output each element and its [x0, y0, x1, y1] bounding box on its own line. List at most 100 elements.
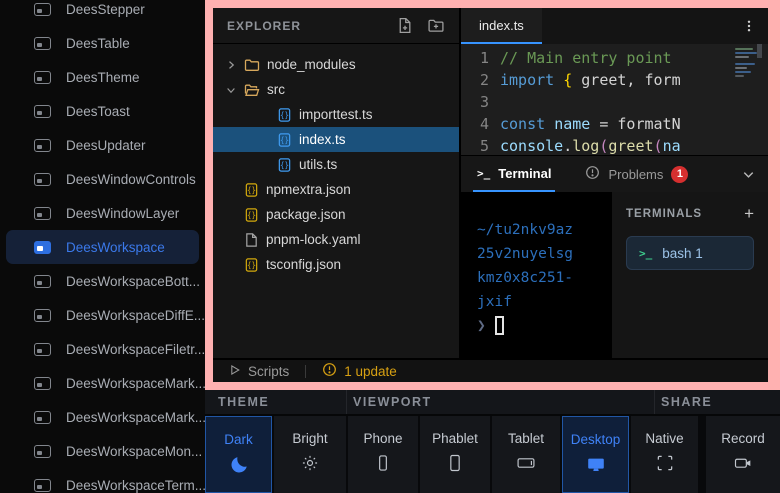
sidebar-item-deesstepper[interactable]: DeesStepper [6, 0, 199, 26]
json-file-icon: {} [244, 207, 259, 223]
sidebar-item-deestoast[interactable]: DeesToast [6, 94, 199, 128]
file-name: importtest.ts [299, 107, 373, 122]
sidebar-item-deesworkspacebott[interactable]: DeesWorkspaceBott... [6, 264, 199, 298]
section-gap [700, 416, 704, 493]
collapse-panel-icon[interactable] [741, 156, 756, 192]
file-name: npmextra.json [266, 182, 351, 197]
record-button[interactable]: Record [706, 416, 780, 493]
sidebar-item-label: DeesWindowControls [66, 172, 196, 187]
tablet-button[interactable]: Tablet [492, 416, 560, 493]
button-label: Native [645, 431, 683, 446]
editor-minimap[interactable] [732, 44, 762, 155]
terminal-session-bash-1[interactable]: >_ bash 1 [626, 236, 754, 270]
sidebar-item-deesworkspace[interactable]: DeesWorkspace [6, 230, 199, 264]
sidebar-item-deestheme[interactable]: DeesTheme [6, 60, 199, 94]
sidebar-item-deesworkspacemon[interactable]: DeesWorkspaceMon... [6, 434, 199, 468]
svg-text:{}: {} [247, 260, 256, 269]
bright-button[interactable]: Bright [274, 416, 346, 493]
sidebar-item-deesworkspacefiletr[interactable]: DeesWorkspaceFiletr... [6, 332, 199, 366]
scripts-label: Scripts [248, 364, 289, 379]
sidebar-item-deesworkspacediffe[interactable]: DeesWorkspaceDiffE... [6, 298, 199, 332]
section-label-share: SHARE [655, 390, 780, 414]
update-notification[interactable]: 1 update [322, 362, 397, 380]
chevron-right-icon[interactable] [225, 59, 237, 71]
file-tree-item-tsconfig-json[interactable]: {}tsconfig.json [213, 252, 459, 277]
file-tree-item-index-ts[interactable]: {}index.ts [213, 127, 459, 152]
component-icon [34, 275, 51, 288]
tab-problems[interactable]: Problems 1 [581, 156, 692, 192]
terminal-output[interactable]: ~/tu2nkv9az25v2nuyelsgkmz0x8c251-jxif ❯ [461, 192, 610, 358]
tab-index-ts[interactable]: index.ts [461, 8, 542, 44]
component-sidebar: DeesStepper DeesTable DeesTheme DeesToast De… [0, 0, 205, 493]
component-icon [34, 3, 51, 16]
sidebar-item-deesworkspaceterm[interactable]: DeesWorkspaceTerm... [6, 468, 199, 493]
code-editor[interactable]: 1// Main entry point2import { greet, for… [461, 44, 768, 155]
add-terminal-button[interactable]: + [744, 205, 754, 222]
terminal-text-line: ~/tu2nkv9az [477, 218, 610, 242]
toolbar-buttons: DarkBrightPhonePhablet Tablet Desktop Nativ… [205, 416, 780, 493]
moon-icon [228, 454, 250, 476]
sidebar-item-deestable[interactable]: DeesTable [6, 26, 199, 60]
file-tree-item-importtest-ts[interactable]: {} importtest.ts [213, 102, 459, 127]
component-icon [34, 105, 51, 118]
file-tree-item-node-modules[interactable]: node_modules [213, 52, 459, 77]
typescript-file-icon: {} [277, 157, 292, 173]
code-line-1: 1// Main entry point [461, 47, 768, 69]
chevron-down-icon[interactable] [225, 84, 237, 96]
file-tree-item-utils-ts[interactable]: {}utils.ts [213, 152, 459, 177]
code-lines: 1// Main entry point2import { greet, for… [461, 47, 768, 155]
sidebar-item-deeswindowlayer[interactable]: DeesWindowLayer [6, 196, 199, 230]
sidebar-item-label: DeesStepper [66, 2, 145, 17]
phone-icon [373, 453, 393, 473]
editor-column: index.ts 1// Main entry point2import { g… [461, 8, 768, 358]
desktop-button[interactable]: Desktop [562, 416, 629, 493]
sidebar-item-label: DeesTheme [66, 70, 140, 85]
terminal-cursor [495, 316, 504, 335]
phablet-button[interactable]: Phablet [420, 416, 490, 493]
file-tree-item-package-json[interactable]: {}package.json [213, 202, 459, 227]
tab-terminal[interactable]: >_ Terminal [473, 156, 555, 192]
bottom-panel-body: ~/tu2nkv9az25v2nuyelsgkmz0x8c251-jxif ❯ … [461, 192, 768, 358]
new-folder-icon[interactable] [427, 17, 445, 34]
sidebar-item-deesworkspacemark[interactable]: DeesWorkspaceMark... [6, 400, 199, 434]
tablet-icon [515, 453, 537, 473]
phone-button[interactable]: Phone [348, 416, 418, 493]
svg-text:{}: {} [280, 110, 289, 119]
more-actions-icon[interactable] [742, 8, 768, 44]
scripts-button[interactable]: Scripts [227, 363, 289, 380]
sidebar-item-label: DeesToast [66, 104, 130, 119]
sidebar-item-deeswindowcontrols[interactable]: DeesWindowControls [6, 162, 199, 196]
native-button[interactable]: Native [631, 416, 698, 493]
line-number: 2 [461, 69, 489, 91]
component-icon [34, 309, 51, 322]
file-tree: node_modulessrc {} importtest.ts {}index.ts… [213, 44, 459, 277]
svg-text:{}: {} [280, 135, 289, 144]
component-icon [34, 343, 51, 356]
component-list: DeesStepper DeesTable DeesTheme DeesToast De… [0, 0, 205, 493]
sidebar-item-label: DeesWorkspaceFiletr... [66, 342, 205, 357]
terminals-sidebar: TERMINALS + >_ bash 1 [612, 192, 768, 358]
prompt-char: ❯ [477, 318, 486, 334]
button-label: Tablet [508, 431, 544, 446]
section-label-theme: THEME [205, 390, 347, 414]
sidebar-item-deesupdater[interactable]: DeesUpdater [6, 128, 199, 162]
file-tree-item-src[interactable]: src [213, 77, 459, 102]
code-line-3: 3 [461, 91, 768, 113]
update-label: 1 update [344, 364, 397, 379]
sidebar-item-label: DeesTable [66, 36, 130, 51]
code-text: const name = formatN [489, 113, 681, 135]
dark-button[interactable]: Dark [205, 416, 272, 493]
sidebar-item-deesworkspacemark[interactable]: DeesWorkspaceMark... [6, 366, 199, 400]
terminal-text-line: jxif [477, 290, 610, 314]
typescript-file-icon: {} [277, 107, 292, 123]
bash-terminal-icon: >_ [639, 247, 652, 260]
sun-icon [300, 453, 320, 473]
bash-session-label: bash 1 [662, 246, 703, 261]
component-icon [34, 139, 51, 152]
new-file-icon[interactable] [396, 17, 413, 34]
preview-frame: EXPLORER node_modulessrc{}importtest.ts{… [205, 0, 780, 390]
record-icon [732, 453, 754, 473]
minimap-scrollbar[interactable] [757, 44, 762, 58]
file-tree-item-npmextra-json[interactable]: {}npmextra.json [213, 177, 459, 202]
file-tree-item-pnpm-lock-yaml[interactable]: pnpm-lock.yaml [213, 227, 459, 252]
